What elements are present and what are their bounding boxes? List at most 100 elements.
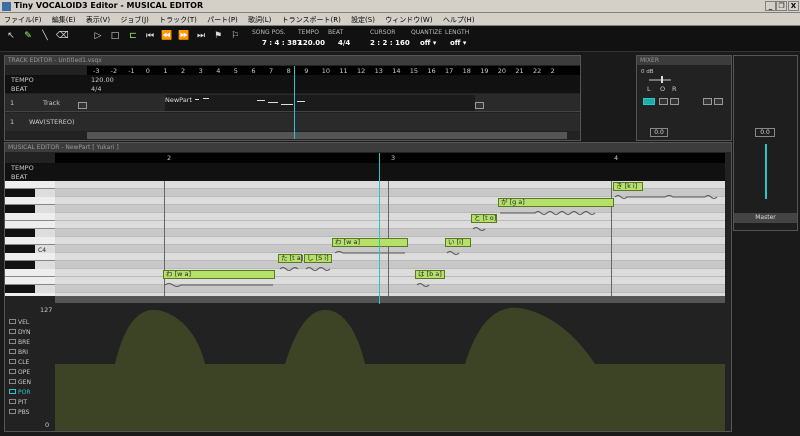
eraser-tool-icon[interactable]: ⌫ xyxy=(56,31,69,45)
wav-track-row[interactable]: 1 WAV(STEREO) xyxy=(5,113,580,131)
ctrl-cle[interactable]: CLE xyxy=(9,359,51,368)
master-fader[interactable] xyxy=(765,144,767,199)
line-tool-icon[interactable]: ╲ xyxy=(39,31,51,45)
pencil-tool-icon[interactable]: ✎ xyxy=(22,31,34,45)
mixer-mute2-button[interactable] xyxy=(703,98,712,105)
ruler-tick: -2 xyxy=(110,67,118,75)
te-playhead xyxy=(294,66,295,139)
stop-icon[interactable]: □ xyxy=(109,31,121,45)
beat-label: BEAT xyxy=(328,29,344,36)
ruler-tick: 18 xyxy=(462,67,471,75)
ruler-tick: -3 xyxy=(93,67,100,75)
length-select[interactable]: off ▾ xyxy=(450,39,466,47)
ruler-tick: -1 xyxy=(128,67,135,75)
ruler-tick: 17 xyxy=(445,67,454,75)
arrow-tool-icon[interactable]: ↖ xyxy=(5,31,17,45)
menu-job[interactable]: ジョブ(J) xyxy=(116,13,153,25)
ruler-tick: 13 xyxy=(374,67,383,75)
menu-edit[interactable]: 編集(E) xyxy=(48,13,80,25)
tempo-value[interactable]: 120.00 xyxy=(298,39,325,47)
track-ruler[interactable]: -3 -2 -1 0 1 2 3 4 5 6 7 8 9 10 11 12 13 14 15 16 17 18 19 20 21… xyxy=(87,66,580,75)
track-name[interactable]: Track xyxy=(43,99,60,107)
title-bar: Tiny VOCALOID3 Editor - MUSICAL EDITOR _… xyxy=(0,0,800,13)
track-solo-button[interactable] xyxy=(78,102,87,109)
menu-window[interactable]: ウィンドウ(W) xyxy=(381,13,436,25)
pan-r-label: R xyxy=(672,85,677,93)
go-end-icon[interactable]: ⏭ xyxy=(195,31,207,45)
ctrl-vel-icon xyxy=(9,319,16,324)
track-number: 1 xyxy=(10,99,15,107)
ctrl-pbs-label: PBS xyxy=(18,409,30,416)
ruler-tick: 7 xyxy=(269,67,274,75)
menu-view[interactable]: 表示(V) xyxy=(82,13,114,25)
ctrl-dyn-icon xyxy=(9,329,16,334)
beat-value[interactable]: 4/4 xyxy=(338,39,350,47)
quantize-select[interactable]: off ▾ xyxy=(420,39,436,47)
measure-4: 4 xyxy=(614,154,619,162)
me-tempo-label: TEMPO xyxy=(11,164,34,172)
part-end-marker[interactable] xyxy=(475,102,484,109)
ctrl-bri[interactable]: BRI xyxy=(9,349,51,358)
wav-track-number: 1 xyxy=(10,118,15,126)
menu-transport[interactable]: トランスポート(R) xyxy=(278,13,345,25)
mixer-active-button[interactable] xyxy=(643,98,655,105)
track-row[interactable]: 1 Track NewPart xyxy=(5,94,580,112)
ruler-tick: 8 xyxy=(286,67,291,75)
mixer-solo-button[interactable] xyxy=(670,98,679,105)
mixer-solo2-button[interactable] xyxy=(714,98,723,105)
menu-part[interactable]: パート(P) xyxy=(203,13,242,25)
ruler-tick: 21 xyxy=(515,67,524,75)
te-beat-value: 4/4 xyxy=(91,85,102,93)
me-ruler[interactable]: 2 3 4 xyxy=(55,153,725,163)
menu-help[interactable]: ヘルプ(H) xyxy=(439,13,479,25)
wav-track-name[interactable]: WAV(STEREO) xyxy=(29,118,75,126)
ruler-tick: 4 xyxy=(216,67,221,75)
menu-settings[interactable]: 設定(S) xyxy=(347,13,379,25)
mixer-mute-button[interactable] xyxy=(659,98,668,105)
me-scrollbar[interactable] xyxy=(55,296,725,303)
ctrl-ope[interactable]: OPE xyxy=(9,369,51,378)
part-block[interactable]: NewPart xyxy=(165,95,475,111)
pan-knob[interactable] xyxy=(661,76,663,83)
minimize-button[interactable]: _ xyxy=(765,1,776,11)
mixer-gain-field[interactable]: 0.0 xyxy=(650,128,668,137)
loop-icon[interactable]: ⊏ xyxy=(127,31,139,45)
ruler-tick: 6 xyxy=(251,67,256,75)
go-start-icon[interactable]: ⏮ xyxy=(144,31,156,45)
ctrl-gen[interactable]: GEN xyxy=(9,379,51,388)
forward-icon[interactable]: ⏩ xyxy=(178,31,190,45)
cursor-value[interactable]: 2 : 2 : 160 xyxy=(370,39,410,47)
menu-lyrics[interactable]: 歌詞(L) xyxy=(244,13,275,25)
ctrl-dyn[interactable]: DYN xyxy=(9,329,51,338)
ctrl-por[interactable]: POR xyxy=(9,389,51,398)
cursor-label: CURSOR xyxy=(370,29,396,36)
ctrl-bri-label: BRI xyxy=(18,349,29,356)
ruler-tick: 11 xyxy=(339,67,348,75)
ctrl-cle-icon xyxy=(9,359,16,364)
ctrl-pit[interactable]: PIT xyxy=(9,399,51,408)
pan-l-label: L xyxy=(647,85,651,93)
restore-button[interactable]: ❐ xyxy=(776,1,787,11)
ctrl-gen-icon xyxy=(9,379,16,384)
play-icon[interactable]: ▷ xyxy=(92,31,104,45)
te-scrollbar[interactable] xyxy=(87,132,567,139)
ruler-tick: 10 xyxy=(321,67,331,75)
ruler-tick: 16 xyxy=(427,67,436,75)
marker-out-icon[interactable]: ⚐ xyxy=(229,31,241,45)
marker-in-icon[interactable]: ⚑ xyxy=(212,31,224,45)
rewind-icon[interactable]: ⏪ xyxy=(161,31,173,45)
control-track[interactable]: 127 0 xyxy=(5,304,725,431)
close-button[interactable]: X xyxy=(788,1,799,11)
song-pos-value[interactable]: 7 : 4 : 387 xyxy=(262,39,302,47)
ctrl-pbs[interactable]: PBS xyxy=(9,409,51,418)
ctrl-bre[interactable]: BRE xyxy=(9,339,51,348)
window-title: Tiny VOCALOID3 Editor - MUSICAL EDITOR xyxy=(14,1,204,10)
ctrl-bre-icon xyxy=(9,339,16,344)
ctrl-vel[interactable]: VEL xyxy=(9,319,51,328)
measure-2: 2 xyxy=(167,154,172,162)
menu-track[interactable]: トラック(T) xyxy=(155,13,201,25)
master-gain-field[interactable]: 0.0 xyxy=(755,128,775,137)
ruler-tick: 5 xyxy=(233,67,238,75)
menu-file[interactable]: ファイル(F) xyxy=(0,13,46,25)
pan-slider[interactable] xyxy=(649,79,671,81)
